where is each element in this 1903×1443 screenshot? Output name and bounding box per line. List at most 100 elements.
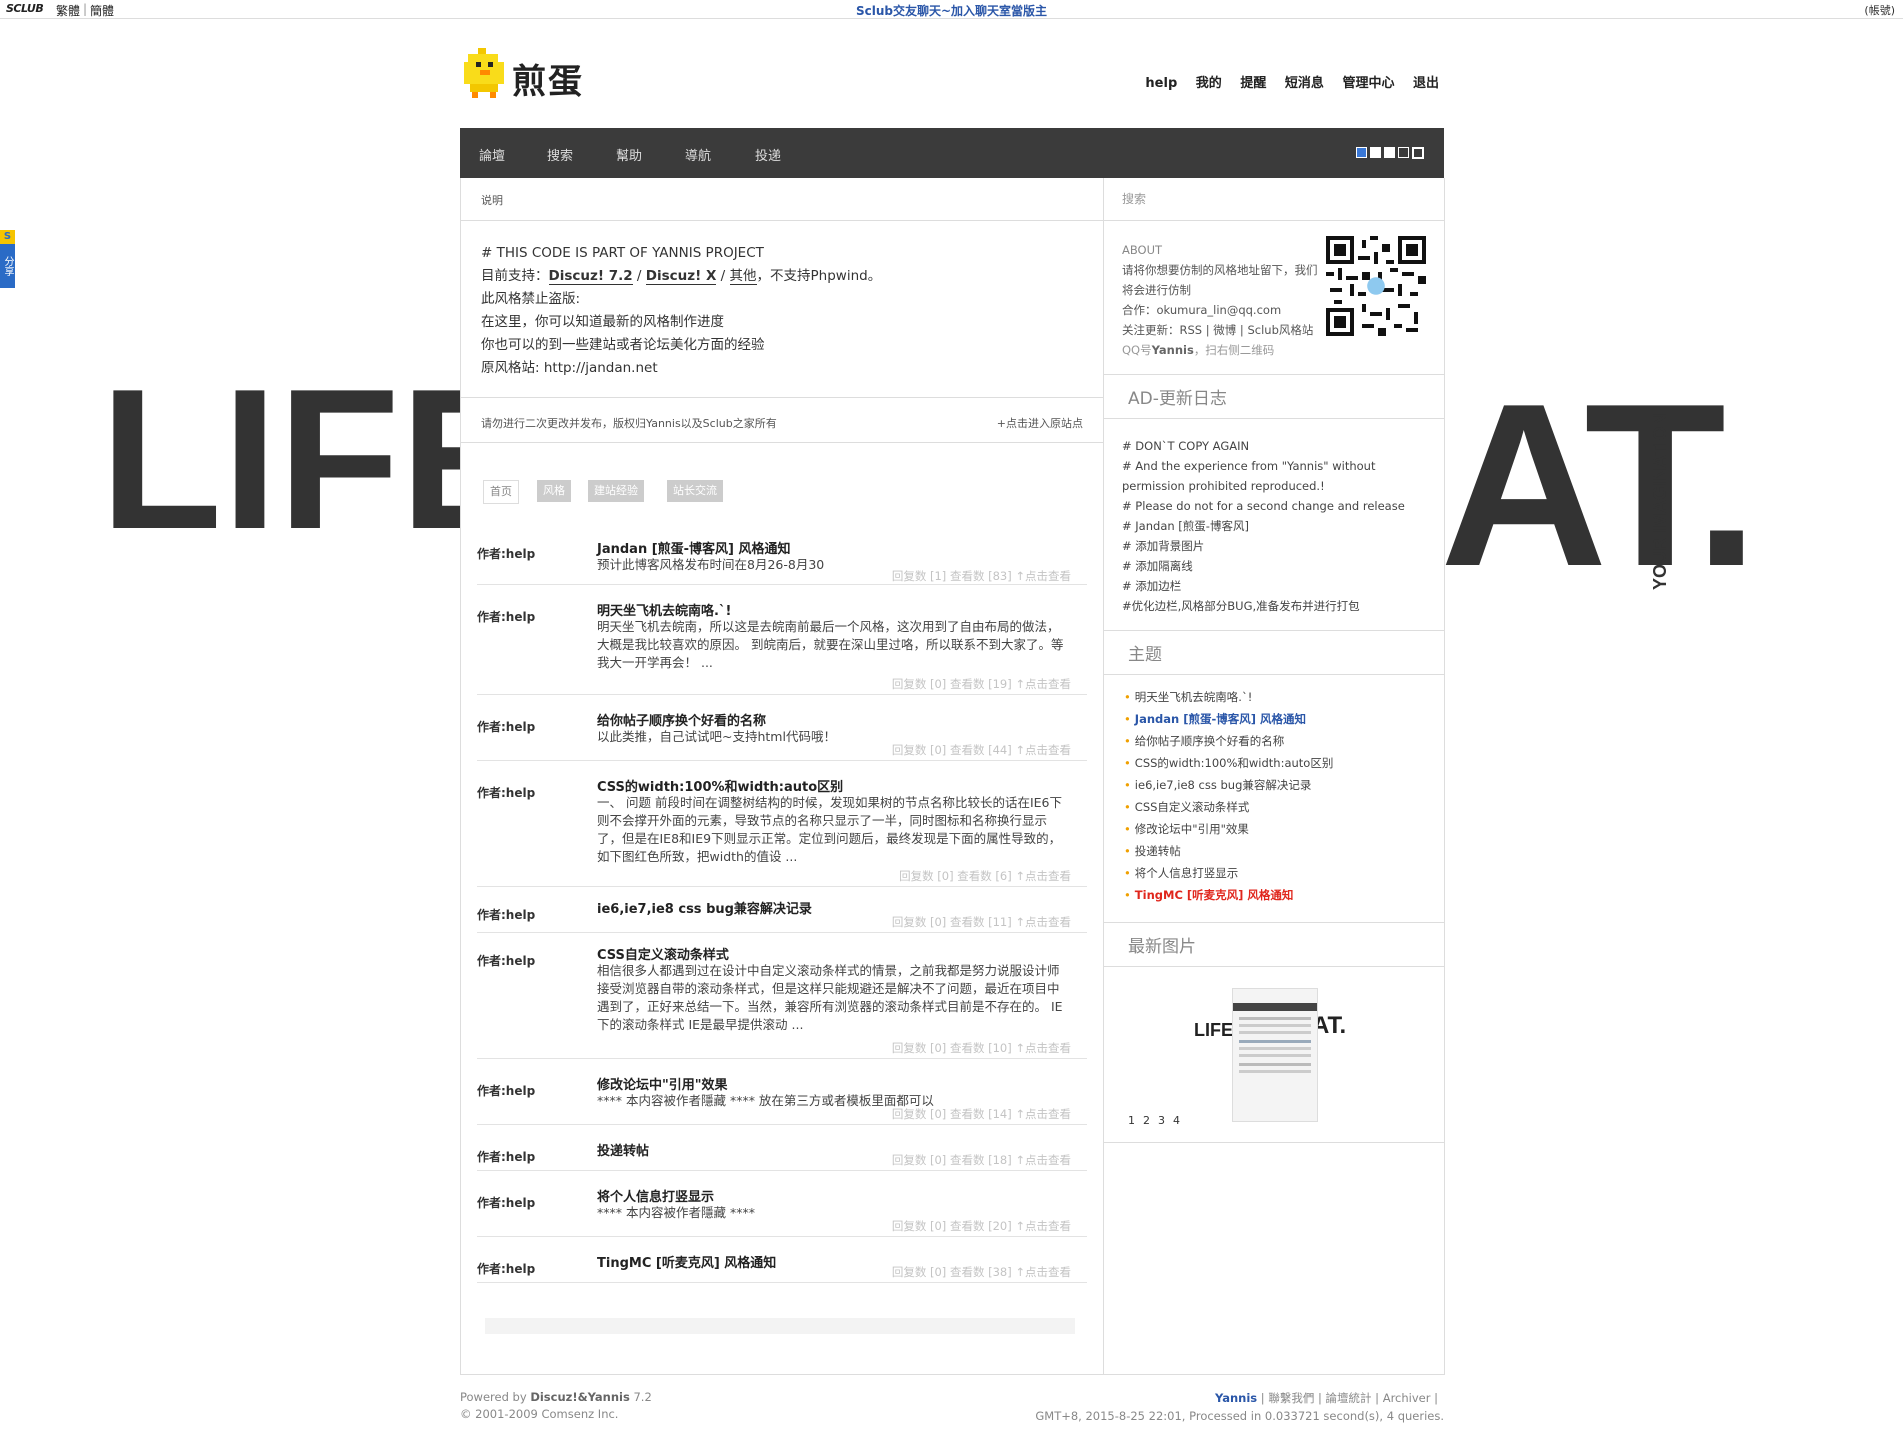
topic-link[interactable]: 明天坐飞机去皖南咯.`!: [1135, 690, 1253, 704]
theme-swatch-blue[interactable]: [1356, 147, 1367, 158]
about-follow[interactable]: 关注更新：RSS | 微博 | Sclub风格站: [1122, 320, 1322, 340]
tag-webmaster[interactable]: 站长交流: [667, 480, 723, 502]
image-page-4[interactable]: 4: [1173, 1114, 1188, 1127]
nav-submit-tab[interactable]: 投递: [755, 145, 781, 164]
post-item[interactable]: 作者:help 投递转帖 回复数 [0] 查看数 [18] ↑点击查看: [477, 1124, 1087, 1171]
sidebar-search-input[interactable]: 搜索: [1122, 190, 1146, 207]
topic-item[interactable]: • CSS自定义滚动条样式: [1124, 796, 1424, 818]
post-meta[interactable]: 回复数 [0] 查看数 [11] ↑点击查看: [892, 914, 1071, 930]
post-item[interactable]: 作者:help 将个人信息打竖显示 **** 本内容被作者隱藏 **** 回复数…: [477, 1170, 1087, 1237]
post-meta[interactable]: 回复数 [0] 查看数 [44] ↑点击查看: [892, 742, 1071, 758]
post-item[interactable]: 作者:help Jandan [煎蛋-博客风] 风格通知 预计此博客风格发布时间…: [477, 528, 1087, 585]
nav-logout-link[interactable]: 退出: [1413, 76, 1439, 91]
topic-item[interactable]: • 修改论坛中"引用"效果: [1124, 818, 1424, 840]
image-page-2[interactable]: 2: [1143, 1114, 1158, 1127]
topic-item[interactable]: • TingMC [听麦克风] 风格通知: [1124, 884, 1424, 906]
post-author[interactable]: 作者:help: [477, 1260, 535, 1277]
topic-link[interactable]: CSS的width:100%和width:auto区别: [1135, 756, 1334, 770]
nav-guide-tab[interactable]: 導航: [685, 145, 711, 164]
topic-link[interactable]: Jandan [煎蛋-博客风] 风格通知: [1135, 712, 1306, 726]
tag-site-building[interactable]: 建站经验: [588, 480, 644, 502]
topic-link[interactable]: ie6,ie7,ie8 css bug兼容解决记录: [1135, 778, 1312, 792]
footer-archiver-link[interactable]: Archiver: [1383, 1391, 1431, 1405]
nav-admin-link[interactable]: 管理中心: [1342, 76, 1394, 91]
post-title[interactable]: 修改论坛中"引用"效果: [597, 1074, 728, 1093]
nav-forum-tab[interactable]: 論壇: [479, 145, 505, 164]
post-meta[interactable]: 回复数 [1] 查看数 [83] ↑点击查看: [892, 568, 1071, 584]
post-author[interactable]: 作者:help: [477, 952, 535, 969]
post-title[interactable]: 投递转帖: [597, 1140, 649, 1159]
topic-link[interactable]: 投递转帖: [1135, 844, 1181, 858]
post-item[interactable]: 作者:help 修改论坛中"引用"效果 **** 本内容被作者隱藏 **** 放…: [477, 1058, 1087, 1125]
share-tab[interactable]: S 分享: [0, 230, 15, 288]
topic-link[interactable]: 将个人信息打竖显示: [1135, 866, 1239, 880]
footer-contact-link[interactable]: 聯繫我們: [1268, 1391, 1314, 1405]
nav-messages-link[interactable]: 短消息: [1285, 76, 1324, 91]
post-title[interactable]: CSS的width:100%和width:auto区别: [597, 776, 843, 795]
nav-my-link[interactable]: 我的: [1196, 76, 1222, 91]
post-title[interactable]: CSS自定义滚动条样式: [597, 944, 729, 963]
theme-swatch-white-1[interactable]: [1370, 147, 1381, 158]
post-title[interactable]: TingMC [听麦克风] 风格通知: [597, 1252, 776, 1271]
post-meta[interactable]: 回复数 [0] 查看数 [18] ↑点击查看: [892, 1152, 1071, 1168]
tag-home[interactable]: 首页: [483, 480, 519, 504]
account-link[interactable]: (帳號): [1864, 2, 1895, 18]
topic-item[interactable]: • 投递转帖: [1124, 840, 1424, 862]
post-author[interactable]: 作者:help: [477, 718, 535, 735]
footer-yannis-link[interactable]: Yannis: [1215, 1391, 1257, 1405]
post-meta[interactable]: 回复数 [0] 查看数 [19] ↑点击查看: [892, 676, 1071, 692]
post-title[interactable]: ie6,ie7,ie8 css bug兼容解决记录: [597, 898, 812, 917]
footer-stats-link[interactable]: 論壇統計: [1326, 1391, 1372, 1405]
theme-swatch-dark-2[interactable]: [1412, 147, 1424, 159]
topic-link[interactable]: 修改论坛中"引用"效果: [1135, 822, 1249, 836]
post-meta[interactable]: 回复数 [0] 查看数 [14] ↑点击查看: [892, 1106, 1071, 1122]
discuzx-link[interactable]: Discuz! X: [645, 268, 717, 285]
other-link[interactable]: 其他: [729, 268, 757, 285]
post-title[interactable]: 给你帖子顺序换个好看的名称: [597, 710, 766, 729]
topic-link[interactable]: CSS自定义滚动条样式: [1135, 800, 1250, 814]
post-title[interactable]: 将个人信息打竖显示: [597, 1186, 714, 1205]
post-meta[interactable]: 回复数 [0] 查看数 [6] ↑点击查看: [899, 868, 1071, 884]
post-author[interactable]: 作者:help: [477, 1082, 535, 1099]
post-item[interactable]: 作者:help 给你帖子顺序换个好看的名称 以此类推，自己试试吧~支持html代…: [477, 694, 1087, 761]
topic-item[interactable]: • 明天坐飞机去皖南咯.`!: [1124, 686, 1424, 708]
post-meta[interactable]: 回复数 [0] 查看数 [38] ↑点击查看: [892, 1264, 1071, 1280]
image-page-1[interactable]: 1: [1128, 1114, 1143, 1127]
tag-style[interactable]: 风格: [537, 480, 571, 502]
topic-item[interactable]: • Jandan [煎蛋-博客风] 风格通知: [1124, 708, 1424, 730]
post-item[interactable]: 作者:help CSS的width:100%和width:auto区别 一、 问…: [477, 760, 1087, 887]
theme-swatch-white-2[interactable]: [1384, 147, 1395, 158]
nav-remind-link[interactable]: 提醒: [1240, 76, 1266, 91]
nav-help-tab[interactable]: 幫助: [616, 145, 642, 164]
topic-link[interactable]: TingMC [听麦克风] 风格通知: [1135, 888, 1294, 902]
post-title[interactable]: 明天坐飞机去皖南咯.`!: [597, 600, 731, 619]
topic-item[interactable]: • CSS的width:100%和width:auto区别: [1124, 752, 1424, 774]
topic-link[interactable]: 给你帖子顺序换个好看的名称: [1135, 734, 1285, 748]
post-author[interactable]: 作者:help: [477, 545, 535, 562]
nav-help-link[interactable]: help: [1145, 76, 1177, 91]
topic-item[interactable]: • 给你帖子顺序换个好看的名称: [1124, 730, 1424, 752]
post-author[interactable]: 作者:help: [477, 784, 535, 801]
post-author[interactable]: 作者:help: [477, 906, 535, 923]
post-item[interactable]: 作者:help CSS自定义滚动条样式 相信很多人都遇到过在设计中自定义滚动条样…: [477, 932, 1087, 1059]
post-author[interactable]: 作者:help: [477, 1194, 535, 1211]
nav-search-tab[interactable]: 搜索: [547, 145, 573, 164]
post-author[interactable]: 作者:help: [477, 1148, 535, 1165]
post-item[interactable]: 作者:help 明天坐飞机去皖南咯.`! 明天坐飞机去皖南，所以这是去皖南前最后…: [477, 584, 1087, 695]
enter-original-site-link[interactable]: +点击进入原站点: [997, 415, 1083, 431]
latest-image-thumbnail[interactable]: LIFE AT.: [1194, 984, 1354, 1124]
post-item[interactable]: 作者:help TingMC [听麦克风] 风格通知 回复数 [0] 查看数 […: [477, 1236, 1087, 1283]
post-meta[interactable]: 回复数 [0] 查看数 [20] ↑点击查看: [892, 1218, 1071, 1234]
announcement-link[interactable]: Sclub交友聊天~加入聊天室當版主: [0, 2, 1903, 19]
post-author[interactable]: 作者:help: [477, 608, 535, 625]
topic-item[interactable]: • 将个人信息打竖显示: [1124, 862, 1424, 884]
discuz72-link[interactable]: Discuz! 7.2: [548, 268, 633, 285]
post-meta[interactable]: 回复数 [0] 查看数 [10] ↑点击查看: [892, 1040, 1071, 1056]
powered-brand-link[interactable]: Discuz!&Yannis: [530, 1390, 630, 1404]
post-item[interactable]: 作者:help ie6,ie7,ie8 css bug兼容解决记录 回复数 [0…: [477, 886, 1087, 933]
image-page-3[interactable]: 3: [1158, 1114, 1173, 1127]
topic-item[interactable]: • ie6,ie7,ie8 css bug兼容解决记录: [1124, 774, 1424, 796]
theme-swatch-dark-1[interactable]: [1398, 147, 1409, 158]
site-logo[interactable]: 煎蛋: [460, 48, 590, 102]
post-title[interactable]: Jandan [煎蛋-博客风] 风格通知: [597, 538, 791, 557]
